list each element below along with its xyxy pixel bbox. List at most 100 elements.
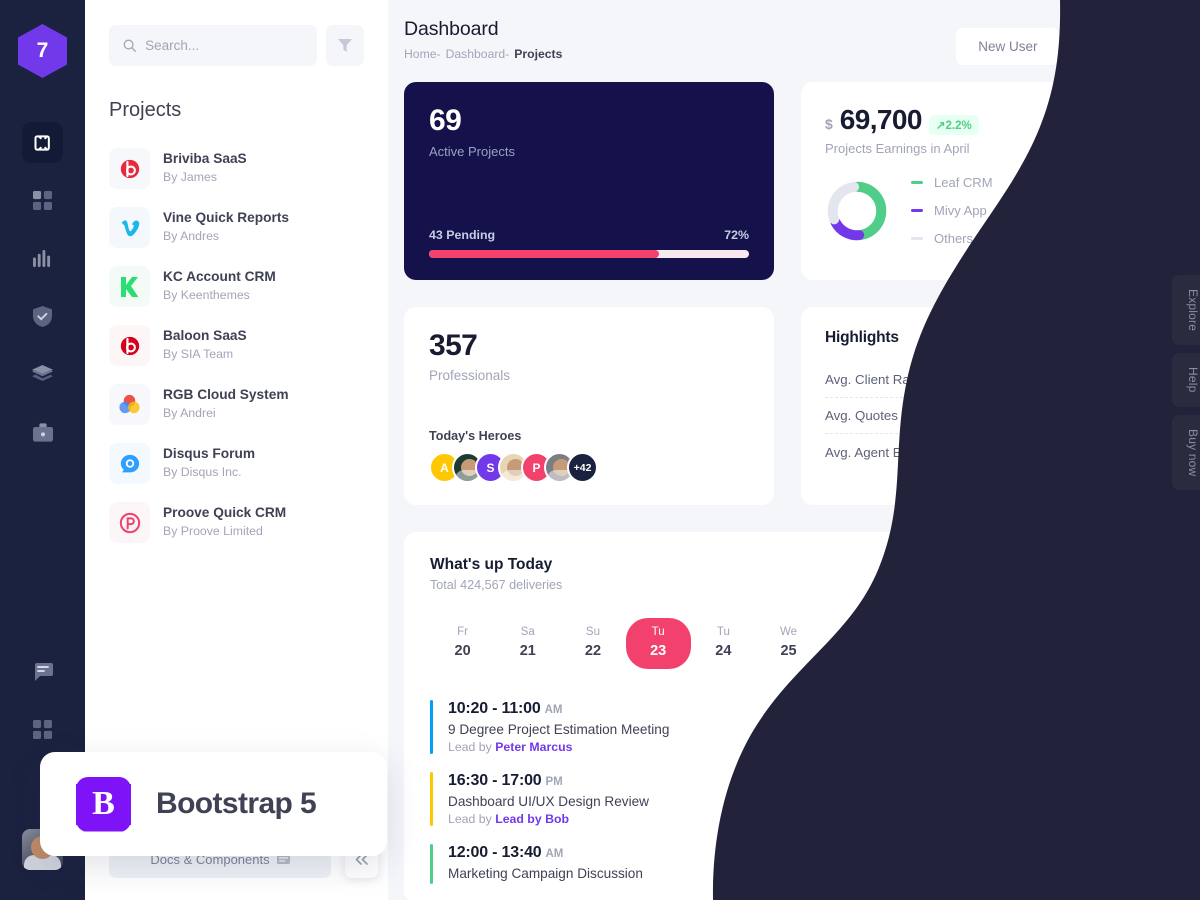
highlight-label: Avg. Client Rating	[825, 372, 932, 387]
chat-icon	[34, 662, 53, 681]
project-name: Briviba SaaS	[163, 151, 247, 167]
event-lead-name[interactable]: Peter Marcus	[495, 740, 572, 754]
kickstarter-k-icon	[121, 276, 139, 297]
event-time: 10:20 - 11:00	[448, 700, 541, 717]
rail-item-dashboard[interactable]	[22, 180, 63, 221]
active-projects-card[interactable]: 69 Active Projects 43 Pending 72%	[404, 82, 774, 280]
briefcase-icon	[32, 423, 53, 442]
pending-label: 43 Pending	[429, 228, 496, 242]
project-text: KC Account CRM By Keenthemes	[163, 268, 276, 304]
day-number: 22	[584, 643, 602, 659]
rail-item-briefcase[interactable]	[22, 412, 63, 453]
crop-icon	[34, 134, 50, 151]
project-text: Briviba SaaS By James	[163, 150, 247, 186]
rail-item-apps[interactable]	[22, 709, 63, 750]
legend-label: Others	[934, 231, 974, 246]
event-lead: Lead by Peter Marcus	[448, 740, 669, 754]
rail-nav	[22, 122, 63, 453]
day-number: 27	[910, 643, 927, 659]
events-list: 10:20 - 11:00 AM 9 Degree Project Estimati…	[430, 691, 1147, 893]
event-view-button[interactable]: View	[1085, 782, 1147, 816]
rail-item-chat[interactable]	[22, 651, 63, 692]
side-tab-buy-now[interactable]: Buy now	[1172, 414, 1200, 491]
report-center-button[interactable]: Report Cecnter	[1031, 556, 1147, 589]
day-of-week: Tu	[651, 626, 665, 638]
project-list-item[interactable]: Baloon SaaS By SIA Team	[109, 316, 364, 375]
project-author: By Proove Limited	[163, 523, 263, 538]
breadcrumb-item-0[interactable]: Home-	[404, 47, 441, 61]
project-list-item[interactable]: RGB Cloud System By Andrei	[109, 375, 364, 434]
project-list-item[interactable]: Proove Quick CRM By Proove Limited	[109, 493, 364, 552]
calendar-day[interactable]: Tu 24	[691, 618, 756, 669]
event-view-button[interactable]: View	[1085, 847, 1147, 881]
percent-label: 72%	[724, 228, 749, 242]
breadcrumb-item-1[interactable]: Dashboard-	[446, 47, 510, 61]
event-view-button[interactable]: View	[1085, 710, 1147, 744]
rail-item-analytics[interactable]	[22, 238, 63, 279]
calendar-day[interactable]: Sa 28	[952, 618, 1017, 669]
page-header: Dashboard Home- Dashboard- Projects New Us…	[388, 0, 1200, 65]
search-input[interactable]	[145, 38, 303, 53]
page-title: Dashboard	[404, 18, 499, 40]
progress-bar-fill	[429, 250, 660, 258]
new-goal-button[interactable]: New Goal	[1068, 28, 1174, 65]
project-name: KC Account CRM	[163, 269, 276, 285]
trend-arrow-icon: ↗	[1079, 444, 1091, 459]
new-user-button[interactable]: New User	[956, 28, 1060, 65]
rail-item-layers[interactable]	[22, 354, 63, 395]
calendar-day[interactable]: Fri 27	[886, 618, 951, 669]
avatar-more-count[interactable]: +42	[567, 452, 598, 483]
project-list-item[interactable]: Briviba SaaS By James	[109, 139, 364, 198]
trend-arrow-icon: ↙	[1098, 407, 1110, 423]
project-text: Disqus Forum By Disqus Inc.	[163, 445, 255, 481]
heroes-avatar-group[interactable]: A S P +42	[429, 452, 749, 483]
project-name: RGB Cloud System	[163, 387, 289, 403]
breadcrumb-item-2[interactable]: Projects	[514, 47, 562, 61]
side-tab-explore[interactable]: Explore	[1172, 275, 1200, 346]
highlight-value: $2,309	[1098, 444, 1141, 460]
earnings-card[interactable]: $ 69,700 ↗2.2% Projects Earnings in Apri…	[801, 82, 1173, 280]
filter-button[interactable]	[326, 25, 364, 66]
todays-heroes-label: Today's Heroes	[429, 429, 522, 443]
event-lead-prefix: Lead by	[448, 740, 496, 754]
project-name: Disqus Forum	[163, 446, 256, 462]
project-author: By Keenthemes	[163, 287, 250, 302]
earnings-subtitle: Projects Earnings in April	[825, 141, 970, 156]
earnings-body: Leaf CRM $7,660 Mivy App $2,820 Others $45,25…	[825, 175, 1149, 246]
calendar-day[interactable]: Su 22	[560, 618, 625, 669]
grid-icon	[33, 191, 52, 210]
day-number: 23	[650, 643, 667, 659]
project-text: Baloon SaaS By SIA Team	[163, 327, 247, 363]
day-of-week: Th	[847, 626, 861, 638]
day-strip[interactable]: Fr 20 Sa 21 Su 22 Tu 23 Tu 24 We 25 Th 26 Fri 27 Sa 28 Su 2…	[430, 618, 1147, 669]
header-actions: New User New Goal	[956, 18, 1174, 65]
calendar-day[interactable]: We 25	[756, 618, 821, 669]
day-number: 30	[1106, 643, 1123, 659]
rail-item-security[interactable]	[22, 296, 63, 337]
bootstrap-promo-card[interactable]: B Bootstrap 5	[40, 752, 387, 856]
calendar-day[interactable]: Sa 21	[495, 618, 560, 669]
calendar-day[interactable]: Mo 30	[1082, 618, 1147, 669]
calendar-day[interactable]: Su 29	[1017, 618, 1082, 669]
rail-item-crop[interactable]	[22, 122, 63, 163]
app-logo-badge[interactable]: 7	[18, 24, 67, 78]
calendar-day[interactable]: Th 26	[821, 618, 886, 669]
highlight-label: Avg. Quotes	[825, 408, 898, 423]
bar-chart-icon	[33, 250, 51, 267]
vimeo-v-icon	[121, 219, 139, 236]
calendar-day[interactable]: Tu 23	[625, 618, 691, 669]
search-box[interactable]	[109, 25, 317, 66]
project-list-item[interactable]: Disqus Forum By Disqus Inc.	[109, 434, 364, 493]
side-tab-help[interactable]: Help	[1172, 353, 1200, 407]
highlight-value-group: ↗ 7.8/10	[1083, 372, 1149, 388]
event-lead-name[interactable]: Lead by Bob	[495, 812, 569, 826]
project-list-item[interactable]: Vine Quick Reports By Andres	[109, 198, 364, 257]
calendar-day[interactable]: Fr 20	[430, 618, 495, 669]
highlights-card[interactable]: Highlights Avg. Client Rating ↗ 7.8/10 Avg.…	[801, 307, 1173, 505]
project-author: By Disqus Inc.	[163, 464, 242, 479]
project-list-item[interactable]: KC Account CRM By Keenthemes	[109, 257, 364, 316]
project-author: By Andres	[163, 228, 220, 243]
event-ampm: PM	[545, 776, 563, 788]
trend-arrow-icon: ↗	[1083, 371, 1095, 387]
professionals-card[interactable]: 357 Professionals Today's Heroes A S P +42	[404, 307, 774, 505]
